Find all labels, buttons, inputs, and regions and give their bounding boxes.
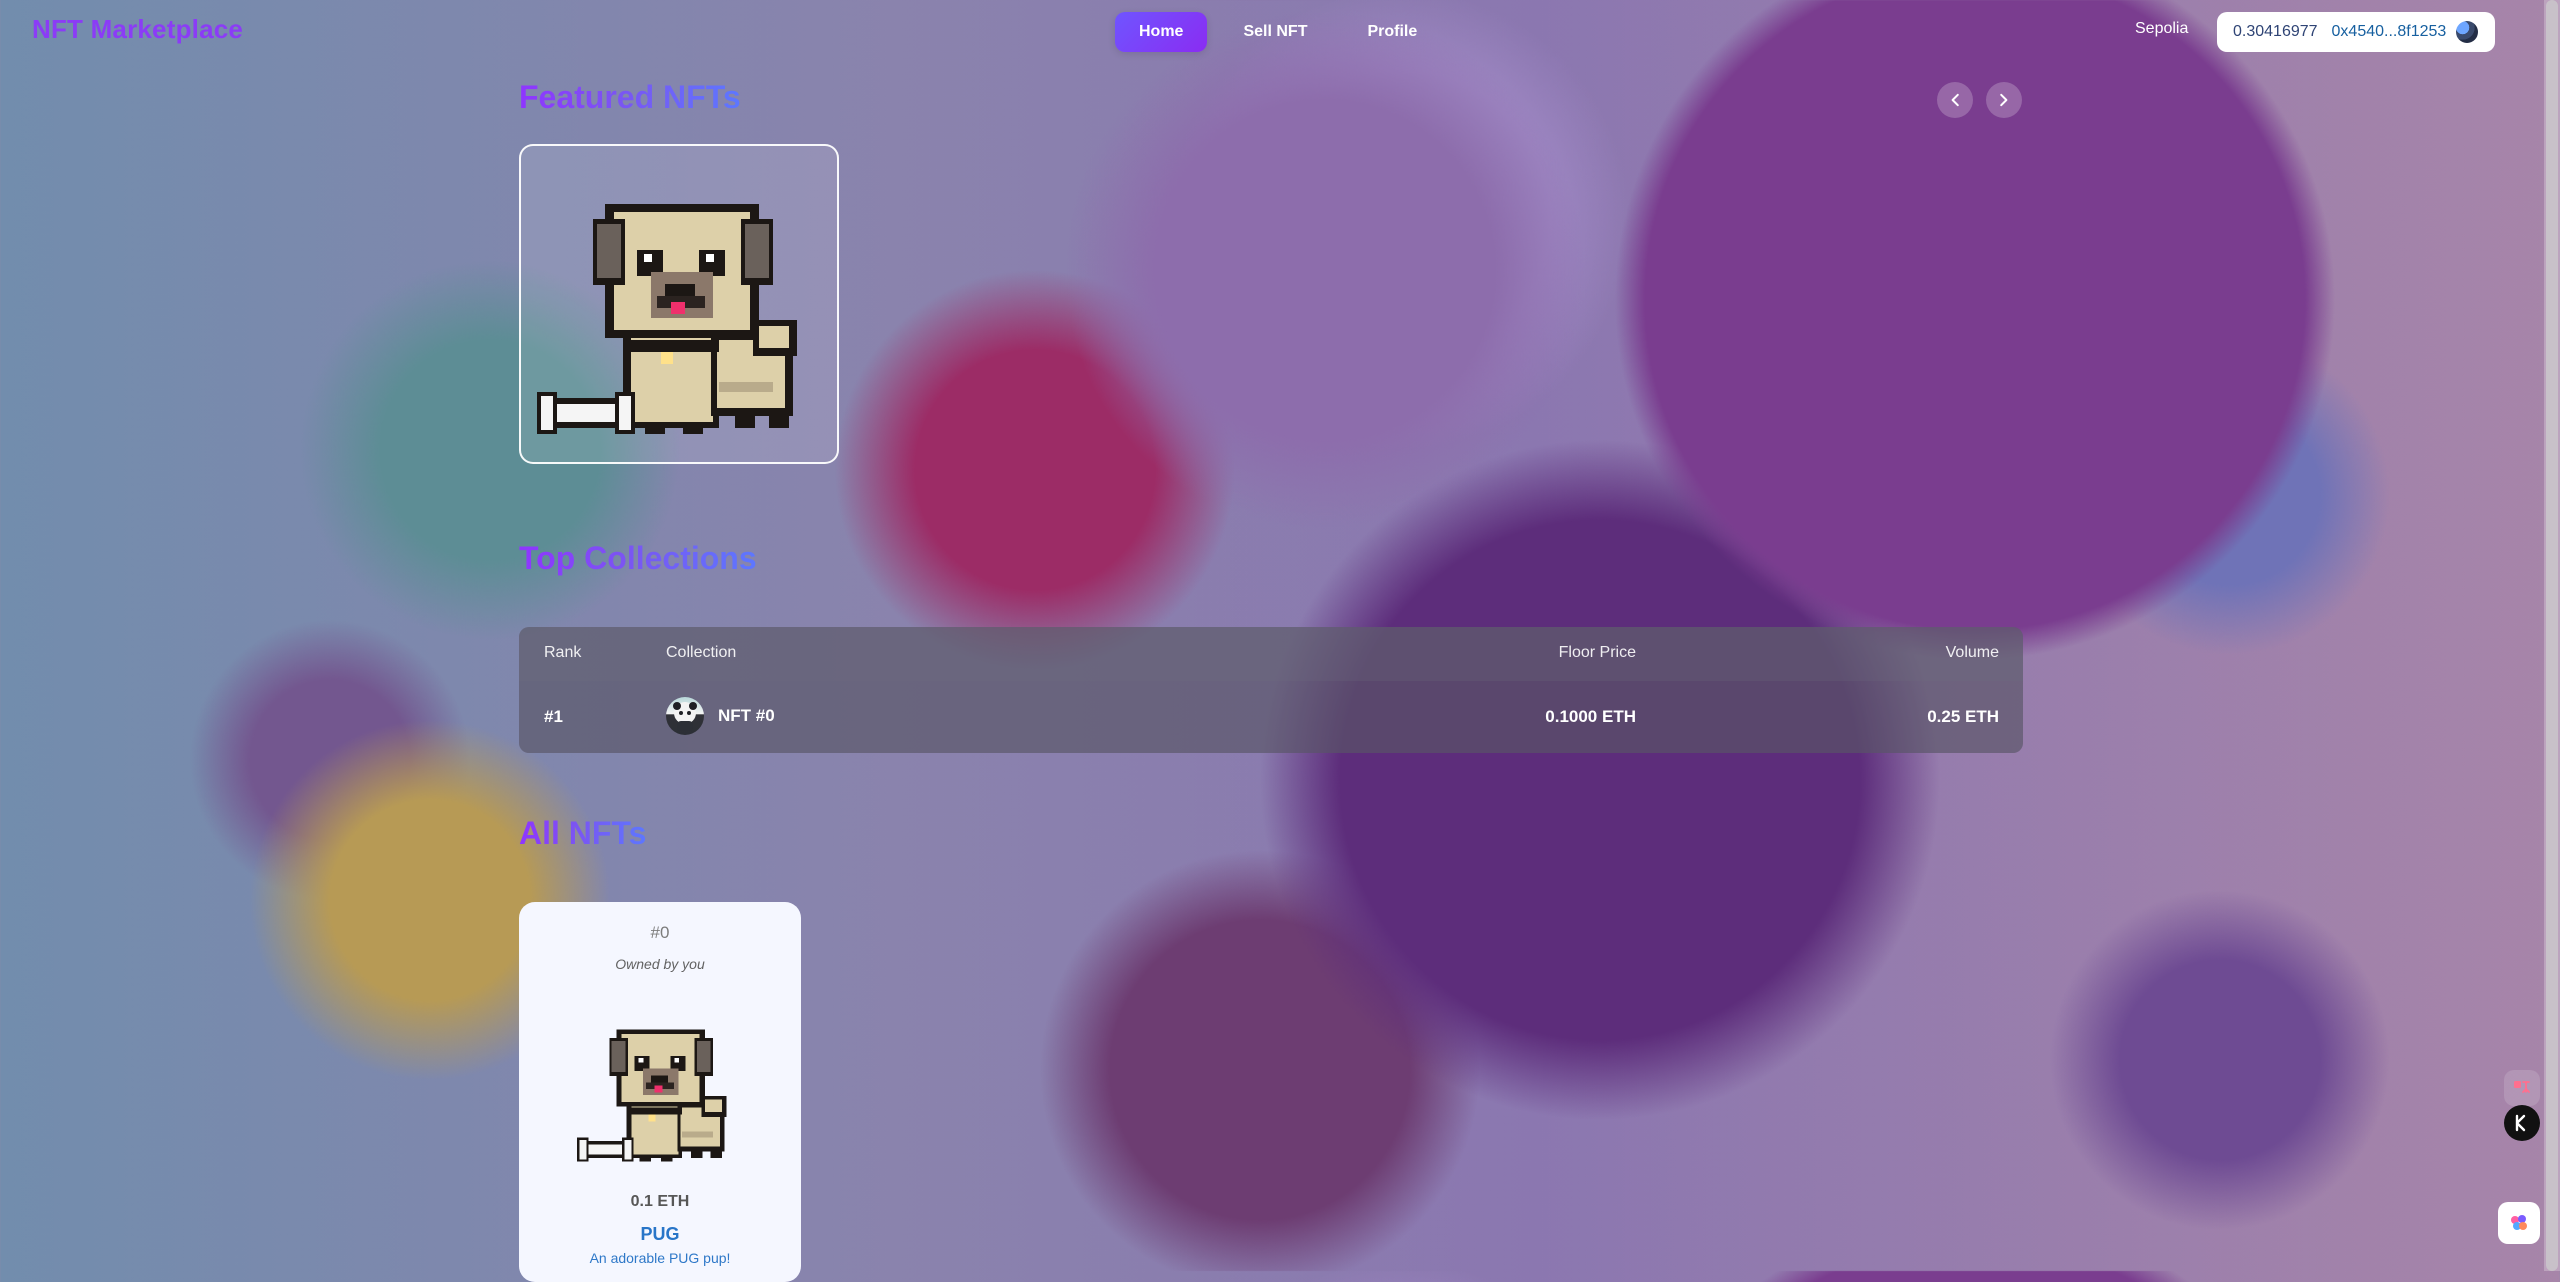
nft-card[interactable]: #0 Owned by you 0.1 ETH PUG An adorable … — [519, 902, 801, 1282]
table-row[interactable]: #1 NFT #0 0.1000 ETH 0.25 ETH — [519, 681, 2023, 753]
table-header: Rank Collection Floor Price Volume — [519, 627, 2023, 681]
nft-description: An adorable PUG pup! — [589, 1250, 731, 1266]
brand-title[interactable]: NFT Marketplace — [32, 14, 243, 45]
network-label: Sepolia — [2135, 20, 2189, 37]
main-nav-links: Home Sell NFT Profile — [1115, 12, 1441, 52]
pixel-pug-icon — [577, 1029, 727, 1162]
chevron-right-icon — [2000, 93, 2008, 107]
featured-nft-card[interactable] — [519, 144, 839, 464]
k-tool-button[interactable] — [2504, 1105, 2540, 1141]
top-navigation: NFT Marketplace Home Sell NFT Profile Se… — [0, 0, 2560, 62]
floor-price-column-header: Floor Price — [1558, 644, 1636, 661]
chevron-left-icon — [1951, 93, 1959, 107]
volume-column-header: Volume — [1945, 644, 1999, 661]
all-nfts-title: All NFTs — [519, 815, 647, 851]
panda-icon — [673, 702, 697, 731]
wallet-balance: 0.30416977 — [2233, 23, 2318, 40]
translate-icon — [2514, 1081, 2530, 1093]
nft-owner: Owned by you — [615, 956, 705, 972]
nav-sell-nft-button[interactable]: Sell NFT — [1219, 12, 1331, 52]
nft-image — [568, 996, 752, 1180]
collection-column-header: Collection — [666, 644, 737, 661]
wallet-address: 0x4540...8f1253 — [2331, 23, 2447, 40]
collection-volume: 0.25 ETH — [1927, 707, 1999, 726]
brain-tool-button[interactable] — [2498, 1202, 2540, 1244]
top-collections-title: Top Collections — [519, 540, 757, 576]
translate-tool-button[interactable] — [2504, 1070, 2540, 1106]
carousel-prev-button[interactable] — [1937, 82, 1973, 118]
nav-profile-button[interactable]: Profile — [1343, 12, 1441, 52]
wallet-avatar-icon — [2456, 21, 2479, 43]
nav-home-button[interactable]: Home — [1115, 12, 1208, 52]
brain-icon — [2511, 1215, 2527, 1230]
collection-cell: NFT #0 — [666, 697, 775, 735]
collection-name[interactable]: NFT #0 — [718, 706, 775, 726]
nft-price: 0.1 ETH — [630, 1193, 690, 1210]
nft-id: #0 — [650, 923, 670, 942]
top-collections-table: Rank Collection Floor Price Volume #1 NF… — [519, 627, 2023, 753]
carousel-next-button[interactable] — [1986, 82, 2022, 118]
rank-column-header: Rank — [544, 644, 582, 661]
page-scrollbar[interactable] — [2544, 0, 2560, 1271]
scrollbar-thumb[interactable] — [2546, 0, 2558, 1271]
collection-avatar — [666, 697, 704, 735]
wallet-connect-button[interactable]: 0.30416977 0x4540...8f1253 — [2217, 12, 2495, 52]
k-logo-icon — [2515, 1114, 2526, 1132]
pixel-pug-icon — [521, 146, 837, 462]
featured-nfts-title: Featured NFTs — [519, 79, 741, 115]
collection-rank: #1 — [544, 707, 563, 726]
nft-name[interactable]: PUG — [519, 1224, 801, 1245]
collection-floor-price: 0.1000 ETH — [1545, 707, 1636, 726]
